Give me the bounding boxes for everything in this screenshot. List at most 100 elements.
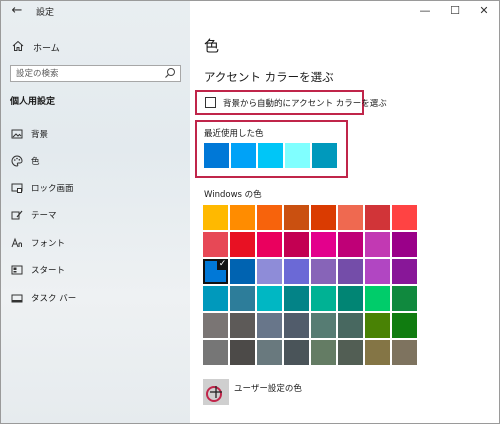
color-swatch[interactable]: [311, 259, 336, 284]
color-swatch[interactable]: [257, 205, 282, 230]
recent-colors-row: [204, 143, 339, 168]
color-swatch[interactable]: [311, 313, 336, 338]
color-swatch[interactable]: [365, 205, 390, 230]
recent-color-swatch[interactable]: [258, 143, 283, 168]
auto-accent-highlight-box: 背景から自動的にアクセント カラーを選ぶ: [195, 90, 387, 115]
sidebar-item-label: タスク バー: [31, 294, 77, 304]
theme-icon: [11, 209, 23, 221]
page-title: 色: [204, 37, 220, 55]
maximize-button[interactable]: ☐: [440, 2, 470, 20]
color-swatch[interactable]: [365, 286, 390, 311]
color-swatch[interactable]: [338, 340, 363, 365]
color-swatch[interactable]: [338, 205, 363, 230]
color-swatch[interactable]: [230, 286, 255, 311]
custom-color-button[interactable]: ユーザー設定の色: [203, 379, 302, 405]
color-swatch[interactable]: [284, 340, 309, 365]
sidebar-item-fonts[interactable]: フォント: [11, 236, 65, 250]
checkmark-icon: ✓: [217, 259, 228, 270]
sidebar-item-label: テーマ: [31, 211, 57, 221]
color-swatch[interactable]: [284, 232, 309, 257]
home-nav-item[interactable]: ホーム: [12, 40, 60, 54]
windows-colors-label: Windows の色: [204, 190, 262, 200]
color-swatch[interactable]: [392, 340, 417, 365]
color-swatch[interactable]: [311, 286, 336, 311]
sidebar-item-start[interactable]: スタート: [11, 263, 65, 277]
sidebar-item-lock-screen[interactable]: ロック画面: [11, 181, 74, 195]
sidebar-item-label: 色: [31, 157, 40, 167]
add-color-tile[interactable]: [203, 379, 229, 405]
lock-screen-icon: [11, 182, 23, 194]
picture-icon: [11, 128, 23, 140]
auto-accent-checkbox[interactable]: [205, 97, 216, 108]
recent-color-swatch[interactable]: [312, 143, 337, 168]
sidebar-item-background[interactable]: 背景: [11, 127, 48, 141]
sidebar-item-color[interactable]: 色: [11, 154, 40, 168]
back-button[interactable]: ←: [7, 3, 27, 19]
color-swatch[interactable]: [392, 313, 417, 338]
start-icon: [11, 264, 23, 276]
color-swatch[interactable]: [203, 313, 228, 338]
color-swatch[interactable]: [257, 313, 282, 338]
sidebar-item-label: ロック画面: [31, 184, 74, 194]
color-swatch[interactable]: [338, 232, 363, 257]
palette-icon: [11, 155, 23, 167]
accent-color-heading: アクセント カラーを選ぶ: [204, 70, 334, 84]
search-box[interactable]: [10, 65, 181, 82]
color-swatch[interactable]: [338, 286, 363, 311]
close-button[interactable]: ✕: [469, 2, 499, 20]
color-swatch[interactable]: [257, 232, 282, 257]
color-swatch[interactable]: [257, 286, 282, 311]
color-swatch[interactable]: [338, 259, 363, 284]
color-swatch[interactable]: [230, 205, 255, 230]
color-swatch[interactable]: [203, 205, 228, 230]
color-swatch[interactable]: [230, 259, 255, 284]
search-input[interactable]: [11, 66, 156, 82]
font-icon: [11, 237, 23, 249]
windows-color-grid: ✓: [203, 205, 417, 365]
recent-color-swatch[interactable]: [204, 143, 229, 168]
home-icon: [12, 40, 24, 55]
color-swatch[interactable]: [392, 259, 417, 284]
color-swatch[interactable]: [392, 205, 417, 230]
color-swatch[interactable]: [257, 340, 282, 365]
color-swatch[interactable]: [230, 340, 255, 365]
color-swatch[interactable]: [284, 313, 309, 338]
search-icon[interactable]: [164, 67, 176, 82]
color-swatch[interactable]: [203, 340, 228, 365]
color-swatch-selected[interactable]: ✓: [203, 259, 228, 284]
color-swatch[interactable]: [392, 286, 417, 311]
color-swatch[interactable]: [338, 313, 363, 338]
color-swatch[interactable]: [365, 313, 390, 338]
color-swatch[interactable]: [284, 259, 309, 284]
app-title: 設定: [36, 8, 55, 18]
color-swatch[interactable]: [365, 340, 390, 365]
title-bar: ← 設定 — ☐ ✕: [1, 1, 499, 23]
color-swatch[interactable]: [365, 259, 390, 284]
sidebar-item-label: 背景: [31, 130, 49, 140]
color-swatch[interactable]: [203, 232, 228, 257]
auto-accent-label[interactable]: 背景から自動的にアクセント カラーを選ぶ: [223, 97, 387, 109]
color-swatch[interactable]: [311, 205, 336, 230]
color-swatch[interactable]: [365, 232, 390, 257]
taskbar-icon: [11, 292, 23, 304]
color-swatch[interactable]: [311, 232, 336, 257]
color-swatch[interactable]: [230, 232, 255, 257]
home-label: ホーム: [33, 43, 60, 54]
plus-icon: [209, 385, 223, 402]
color-swatch[interactable]: [284, 205, 309, 230]
sidebar-item-themes[interactable]: テーマ: [11, 208, 57, 222]
sidebar-item-taskbar[interactable]: タスク バー: [11, 291, 76, 305]
color-swatch[interactable]: [392, 232, 417, 257]
color-swatch[interactable]: [311, 340, 336, 365]
color-swatch[interactable]: [284, 286, 309, 311]
recent-color-swatch[interactable]: [231, 143, 256, 168]
color-swatch[interactable]: [257, 259, 282, 284]
color-swatch[interactable]: [230, 313, 255, 338]
recent-color-swatch[interactable]: [285, 143, 310, 168]
custom-color-label: ユーザー設定の色: [234, 384, 302, 394]
color-swatch[interactable]: [203, 286, 228, 311]
settings-window: ← 設定 — ☐ ✕ ホーム 個人用設定 背景 色 ロック画面: [0, 0, 500, 424]
minimize-button[interactable]: —: [410, 2, 440, 20]
section-heading: 個人用設定: [10, 97, 56, 107]
sidebar-item-label: スタート: [31, 266, 66, 276]
